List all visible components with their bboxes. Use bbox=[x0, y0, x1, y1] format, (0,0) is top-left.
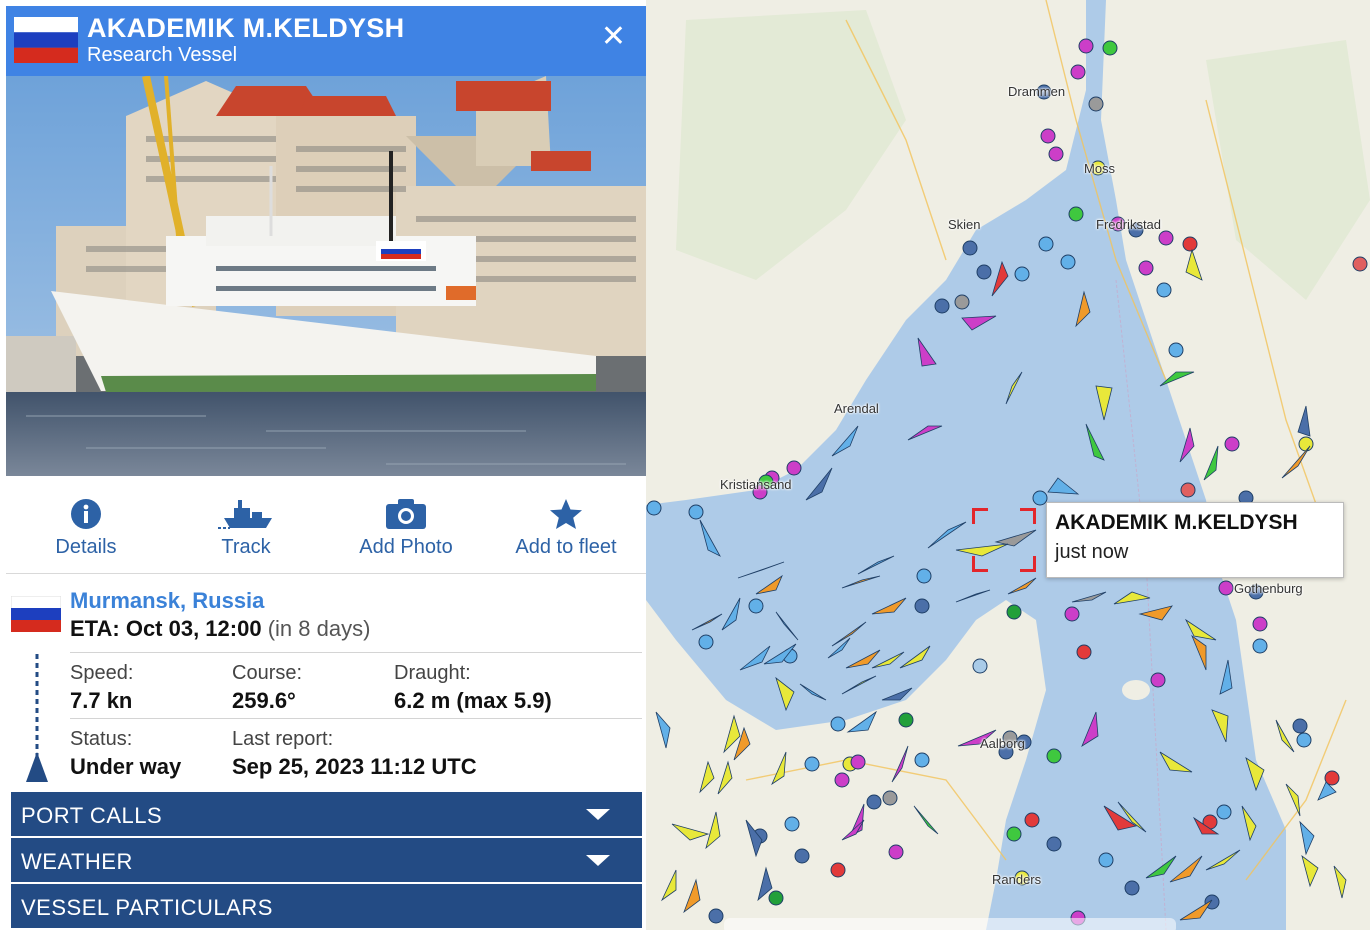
map-label-randers: Randers bbox=[992, 872, 1042, 887]
last-report-label: Last report: bbox=[232, 728, 334, 750]
speed-value: 7.7 kn bbox=[70, 688, 133, 713]
map-label-fredrikstad: Fredrikstad bbox=[1096, 217, 1162, 232]
map-label-drammen: Drammen bbox=[1008, 84, 1066, 99]
track-label: Track bbox=[221, 536, 271, 558]
russia-flag-icon bbox=[14, 17, 78, 63]
camera-icon bbox=[386, 499, 426, 529]
add-photo-label: Add Photo bbox=[359, 536, 453, 558]
eta-value: Oct 03, 12:00 bbox=[125, 616, 262, 641]
map-label-moss: Moss bbox=[1084, 161, 1116, 176]
vessel-type: Research Vessel bbox=[87, 44, 238, 66]
chevron-down-icon bbox=[586, 855, 610, 866]
map-label-skien: Skien bbox=[948, 217, 981, 232]
map-scale-bar bbox=[724, 918, 1176, 930]
selected-vessel-marker[interactable] bbox=[972, 508, 1036, 572]
details-label: Details bbox=[55, 536, 117, 558]
vessel-particulars-section[interactable]: VESSEL PARTICULARS bbox=[11, 884, 642, 928]
eta-relative: (in 8 days) bbox=[267, 616, 371, 641]
last-report-value: Sep 25, 2023 11:12 UTC bbox=[232, 754, 477, 779]
ship-track-icon bbox=[218, 500, 272, 529]
map-label-aalborg: Aalborg bbox=[980, 736, 1025, 751]
tooltip-vessel-name: AKADEMIK M.KELDYSH bbox=[1055, 511, 1298, 534]
draught-value: 6.2 m (max 5.9) bbox=[394, 688, 552, 713]
add-to-fleet-button[interactable]: Add to fleet bbox=[486, 498, 646, 559]
add-photo-button[interactable]: Add Photo bbox=[326, 498, 486, 559]
close-icon[interactable]: ✕ bbox=[601, 22, 626, 52]
vessel-particulars-title: VESSEL PARTICULARS bbox=[21, 895, 273, 920]
track-button[interactable]: Track bbox=[166, 498, 326, 559]
add-to-fleet-label: Add to fleet bbox=[515, 536, 617, 558]
weather-section[interactable]: WEATHER bbox=[11, 838, 642, 882]
action-bar: Details Track Add Photo Add to fleet bbox=[6, 476, 646, 574]
tooltip-time: just now bbox=[1055, 541, 1129, 563]
destination-link[interactable]: Murmansk, Russia bbox=[70, 588, 264, 614]
map-label-kristiansand: Kristiansand bbox=[720, 477, 792, 492]
map-label-arendal: Arendal bbox=[834, 401, 879, 416]
weather-title: WEATHER bbox=[21, 849, 133, 874]
vessel-panel: AKADEMIK M.KELDYSH Research Vessel ✕ Det… bbox=[0, 0, 646, 930]
status-value: Under way bbox=[70, 754, 182, 779]
destination-flag-icon bbox=[11, 596, 61, 632]
port-calls-section[interactable]: PORT CALLS bbox=[11, 792, 642, 836]
eta-line: ETA: Oct 03, 12:00 (in 8 days) bbox=[70, 616, 370, 642]
status-label: Status: bbox=[70, 728, 133, 750]
vessel-header: AKADEMIK M.KELDYSH Research Vessel ✕ bbox=[6, 6, 646, 76]
divider bbox=[70, 718, 642, 719]
vessel-photo bbox=[6, 76, 646, 476]
star-icon bbox=[550, 499, 582, 529]
draught-label: Draught: bbox=[394, 662, 471, 684]
speed-label: Speed: bbox=[70, 662, 134, 684]
details-button[interactable]: Details bbox=[6, 498, 166, 559]
map-label-gothenburg: Gothenburg bbox=[1234, 581, 1303, 596]
vessel-tooltip: AKADEMIK M.KELDYSH just now bbox=[1046, 502, 1344, 578]
course-label: Course: bbox=[232, 662, 303, 684]
eta-label: ETA: bbox=[70, 616, 120, 641]
route-progress-icon bbox=[26, 654, 48, 782]
info-icon bbox=[71, 499, 101, 529]
map-view[interactable]: Drammen Moss Skien Fredrikstad Arendal K… bbox=[646, 0, 1370, 930]
vessel-name: AKADEMIK M.KELDYSH bbox=[87, 13, 405, 43]
port-calls-title: PORT CALLS bbox=[21, 803, 163, 828]
map-base bbox=[646, 0, 1370, 930]
divider bbox=[70, 652, 642, 653]
course-value: 259.6° bbox=[232, 688, 296, 713]
chevron-down-icon bbox=[586, 809, 610, 820]
